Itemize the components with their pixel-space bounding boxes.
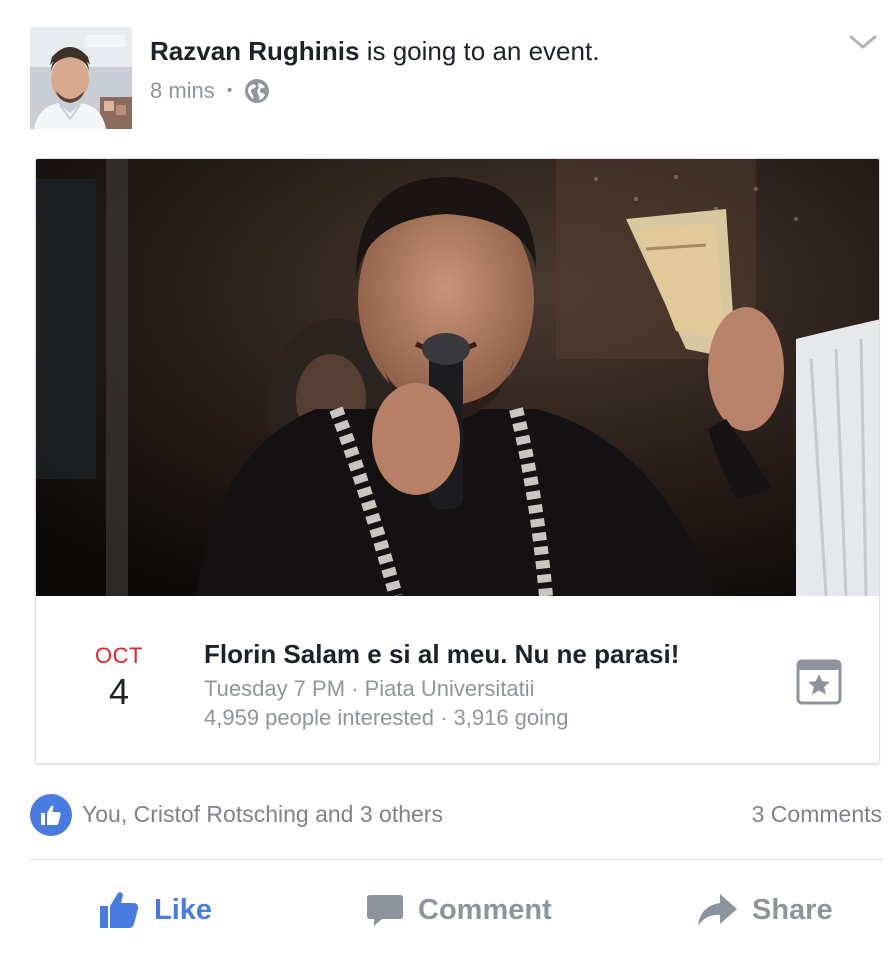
event-title[interactable]: Florin Salam e si al meu. Nu ne parasi!: [204, 639, 764, 670]
author-name[interactable]: Razvan Rughinis: [150, 36, 359, 66]
like-label: Like: [154, 893, 213, 926]
post-headline: Razvan Rughinis is going to an event.: [150, 36, 599, 67]
reactors-summary[interactable]: You, Cristof Rotsching and 3 others: [82, 801, 443, 828]
post-action-text: is going to an event.: [359, 36, 600, 66]
comment-button[interactable]: Comment: [366, 884, 552, 936]
divider: [30, 859, 884, 860]
meta-separator: •: [226, 82, 233, 99]
event-date: OCT 4: [74, 643, 164, 713]
event-cover-photo[interactable]: [36, 159, 879, 596]
event-time-location: Tuesday 7 PM · Piata Universitatii: [204, 676, 535, 701]
share-button[interactable]: Share: [696, 884, 833, 936]
comment-label: Comment: [418, 893, 552, 926]
event-card[interactable]: OCT 4 Florin Salam e si al meu. Nu ne pa…: [35, 158, 880, 764]
post-header: Razvan Rughinis is going to an event. 8 …: [0, 0, 896, 150]
event-attendance: 4,959 people interested · 3,916 going: [204, 705, 569, 730]
comment-icon: [367, 895, 403, 926]
calendar-star-icon[interactable]: [796, 659, 842, 705]
post-timestamp[interactable]: 8 mins: [150, 78, 215, 104]
reactions-bar: You, Cristof Rotsching and 3 others 3 Co…: [0, 790, 896, 838]
comment-count[interactable]: 3 Comments: [752, 801, 882, 828]
share-icon: [698, 894, 737, 926]
like-button[interactable]: Like: [98, 884, 212, 936]
event-day: 4: [108, 671, 130, 712]
thumbs-up-icon: [100, 892, 139, 928]
action-bar: Like Comment Share: [0, 870, 896, 950]
post-meta: 8 mins •: [150, 78, 270, 104]
thumbs-up-icon: [30, 794, 72, 836]
globe-icon: [244, 78, 270, 104]
event-month: OCT: [95, 643, 143, 668]
avatar[interactable]: [30, 27, 132, 129]
event-info: Florin Salam e si al meu. Nu ne parasi! …: [204, 639, 764, 731]
share-label: Share: [752, 893, 833, 926]
chevron-down-icon[interactable]: [848, 30, 878, 54]
